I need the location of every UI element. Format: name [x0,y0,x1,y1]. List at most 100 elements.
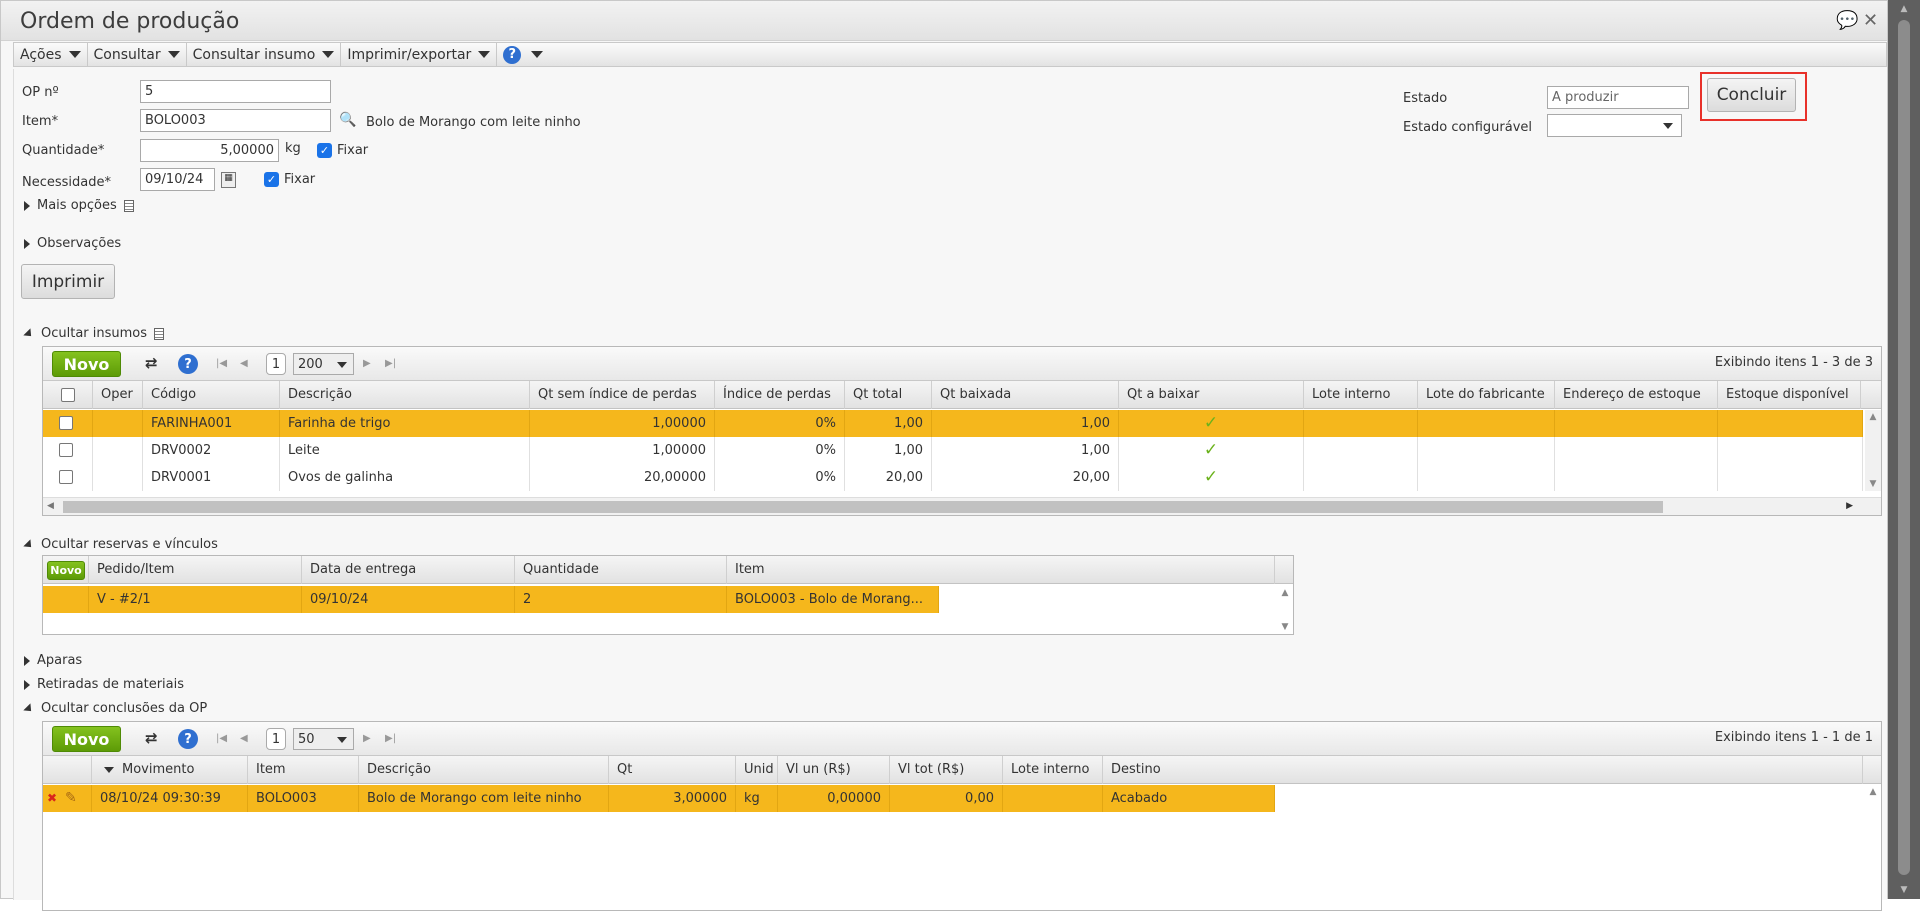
first-page-icon[interactable]: |◀ [216,733,227,744]
menu-help[interactable]: ? [497,43,549,66]
col-lote-interno[interactable]: Lote interno [1003,756,1103,784]
select-all-checkbox[interactable] [61,388,75,402]
page-size-select[interactable]: 200 [293,353,354,375]
delete-icon[interactable]: ✖ [47,785,57,812]
table-row[interactable]: FARINHA001 Farinha de trigo 1,00000 0% 1… [43,410,1863,437]
refresh-icon[interactable]: ⇄ [145,354,158,372]
conclusoes-novo-button[interactable]: Novo [52,726,121,752]
close-icon[interactable]: ✕ [1863,10,1878,31]
scroll-up-icon[interactable]: ▲ [1865,787,1881,797]
col-qt-total[interactable]: Qt total [845,381,932,409]
col-item[interactable]: Item [727,556,1275,584]
estado-configuravel-label: Estado configurável [1403,120,1533,135]
page-size-select[interactable]: 50 [293,728,354,750]
col-item[interactable]: Item [248,756,359,784]
table-row[interactable]: DRV0001 Ovos de galinha 20,00000 0% 20,0… [43,464,1863,491]
insumos-novo-button[interactable]: Novo [52,351,121,377]
conclusoes-vscrollbar[interactable]: ▲ [1865,785,1881,910]
col-quantidade[interactable]: Quantidade [515,556,727,584]
menu-acoes[interactable]: Ações [14,43,88,66]
scroll-down-icon[interactable]: ▼ [1277,622,1293,632]
last-page-icon[interactable]: ▶| [385,733,396,744]
row-checkbox[interactable] [59,416,73,430]
item-cell: BOLO003 - Bolo de Morang... [727,586,939,613]
col-estoque-disponivel[interactable]: Estoque disponível [1718,381,1861,409]
col-qt-baixada[interactable]: Qt baixada [932,381,1119,409]
prev-page-icon[interactable]: ◀ [240,358,248,369]
help-icon[interactable]: ? [178,354,198,374]
row-checkbox[interactable] [59,470,73,484]
col-unid[interactable]: Unid [736,756,778,784]
table-row[interactable]: V - #2/1 09/10/24 2 BOLO003 - Bolo de Mo… [43,586,943,613]
calendar-icon[interactable]: ▦ [221,172,236,188]
page-vscrollbar[interactable]: ▲ ▼ [1888,0,1920,899]
col-destino[interactable]: Destino [1103,756,1863,784]
col-vl-un[interactable]: Vl un (R$) [778,756,890,784]
estado-configuravel-select[interactable] [1547,114,1682,137]
aparas-toggle[interactable]: Aparas [24,653,82,668]
scroll-up-icon[interactable]: ▲ [1888,0,1920,18]
scroll-up-icon[interactable]: ▲ [1865,412,1881,422]
fixar-date-checkbox[interactable]: ✓ [264,172,279,187]
last-page-icon[interactable]: ▶| [385,358,396,369]
reservas-vscrollbar[interactable]: ▲ ▼ [1277,586,1293,634]
col-descricao[interactable]: Descrição [280,381,530,409]
quantity-input[interactable] [140,139,279,162]
item-input[interactable] [140,109,331,132]
col-lote-interno[interactable]: Lote interno [1304,381,1418,409]
observacoes-toggle[interactable]: Observações [24,236,121,251]
necessidade-date-input[interactable] [140,168,215,191]
reservas-novo-button[interactable]: Novo [47,561,85,580]
col-movimento[interactable]: Movimento [92,756,248,784]
page-number-input[interactable]: 1 [266,353,286,375]
page-scroll-thumb[interactable] [1898,20,1910,875]
op-number-input[interactable] [140,80,331,103]
col-qt-a-baixar[interactable]: Qt a baixar [1119,381,1304,409]
scroll-down-icon[interactable]: ▼ [1865,479,1881,489]
col-qt-sem-indice[interactable]: Qt sem índice de perdas [530,381,715,409]
col-vl-tot[interactable]: Vl tot (R$) [890,756,1003,784]
page-number-input[interactable]: 1 [266,728,286,750]
insumos-section-toggle[interactable]: Ocultar insumos [23,326,165,341]
imprimir-button[interactable]: Imprimir [21,264,115,299]
table-row[interactable]: DRV0002 Leite 1,00000 0% 1,00 1,00 ✓ [43,437,1863,464]
scroll-up-icon[interactable]: ▲ [1277,588,1293,598]
prev-page-icon[interactable]: ◀ [240,733,248,744]
col-descricao[interactable]: Descrição [359,756,609,784]
search-icon[interactable]: 🔍 [339,112,356,128]
conclusoes-section-toggle[interactable]: Ocultar conclusões da OP [23,701,207,716]
retiradas-toggle[interactable]: Retiradas de materiais [24,677,184,692]
menu-consultar[interactable]: Consultar [88,43,187,66]
concluir-button[interactable]: Concluir [1707,78,1796,112]
col-lote-fabricante[interactable]: Lote do fabricante [1418,381,1555,409]
col-pedido-item[interactable]: Pedido/Item [89,556,302,584]
row-checkbox[interactable] [59,443,73,457]
comment-icon[interactable]: 💬 [1836,10,1858,31]
help-icon[interactable]: ? [178,729,198,749]
menu-consultar-insumo[interactable]: Consultar insumo [187,43,342,66]
col-qt[interactable]: Qt [609,756,736,784]
scroll-right-icon[interactable]: ▶ [1846,501,1853,511]
insumos-vscrollbar[interactable]: ▲ ▼ [1865,410,1881,491]
hscroll-thumb[interactable] [63,501,1663,513]
first-page-icon[interactable]: |◀ [216,358,227,369]
col-data-entrega[interactable]: Data de entrega [302,556,515,584]
chevron-down-icon [1663,123,1673,129]
reservas-section-toggle[interactable]: Ocultar reservas e vínculos [23,537,218,552]
scroll-left-icon[interactable]: ◀ [47,501,54,511]
col-endereco-estoque[interactable]: Endereço de estoque [1555,381,1718,409]
scroll-down-icon[interactable]: ▼ [1888,881,1920,899]
col-oper[interactable]: Oper [93,381,143,409]
refresh-icon[interactable]: ⇄ [145,729,158,747]
insumos-hscrollbar[interactable]: ◀ ▶ [43,497,1881,515]
next-page-icon[interactable]: ▶ [363,358,371,369]
fixar-quantity-checkbox[interactable]: ✓ [317,143,332,158]
col-indice-perdas[interactable]: Índice de perdas [715,381,845,409]
menu-imprimir-exportar[interactable]: Imprimir/exportar [341,43,498,66]
edit-pencil-icon[interactable]: ✎ [65,785,77,812]
next-page-icon[interactable]: ▶ [363,733,371,744]
col-codigo[interactable]: Código [143,381,280,409]
collapse-icon [23,327,35,340]
mais-opcoes-toggle[interactable]: Mais opções [24,198,134,213]
table-row[interactable]: ✖ ✎ 08/10/24 09:30:39 BOLO003 Bolo de Mo… [43,785,1283,812]
